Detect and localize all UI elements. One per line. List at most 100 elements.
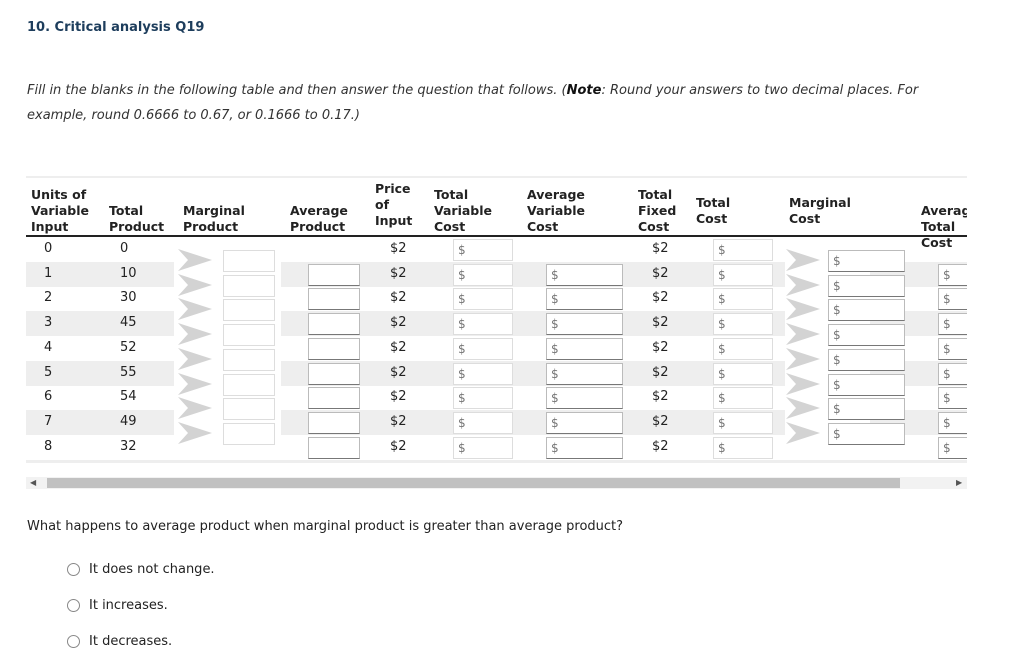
avc-input[interactable] — [546, 362, 623, 385]
tvc-input[interactable] — [453, 239, 513, 261]
atc-input[interactable] — [938, 362, 967, 385]
atc-input[interactable] — [938, 313, 967, 336]
tfc-cell: $2 — [652, 315, 669, 331]
question-text: What happens to average product when mar… — [27, 519, 624, 534]
avc-input[interactable] — [546, 436, 623, 459]
table-row: 0 0 $2 $2 — [26, 237, 967, 262]
option-increases[interactable]: It increases. — [67, 598, 168, 613]
tvc-input[interactable] — [453, 288, 513, 311]
total-product-cell: 55 — [120, 364, 137, 380]
average-product-input[interactable] — [308, 362, 360, 385]
average-product-input[interactable] — [308, 436, 360, 459]
atc-input[interactable] — [938, 411, 967, 434]
marginal-cost-input[interactable] — [828, 373, 905, 396]
average-product-input[interactable] — [308, 337, 360, 360]
avc-input[interactable] — [546, 313, 623, 336]
tvc-input[interactable] — [453, 436, 513, 459]
avc-input[interactable] — [546, 263, 623, 286]
mp-chevron-icon — [178, 372, 212, 395]
tfc-cell: $2 — [652, 413, 669, 429]
total-cost-input[interactable] — [713, 337, 773, 360]
tvc-input[interactable] — [453, 362, 513, 385]
radio-button[interactable] — [67, 599, 80, 612]
scrollbar-thumb[interactable] — [47, 478, 900, 488]
price-cell: $2 — [390, 438, 407, 454]
scroll-left-arrow-icon[interactable]: ◀ — [30, 477, 36, 489]
average-product-input[interactable] — [308, 263, 360, 286]
average-product-input[interactable] — [308, 411, 360, 434]
average-product-input[interactable] — [308, 288, 360, 311]
tvc-input[interactable] — [453, 263, 513, 286]
mp-chevron-icon — [178, 323, 212, 346]
option-label: It does not change. — [89, 562, 215, 577]
total-cost-input[interactable] — [713, 436, 773, 459]
total-cost-input[interactable] — [713, 313, 773, 336]
tvc-input[interactable] — [453, 411, 513, 434]
avc-input[interactable] — [546, 411, 623, 434]
avc-input[interactable] — [546, 387, 623, 410]
price-cell: $2 — [390, 315, 407, 331]
radio-button[interactable] — [67, 563, 80, 576]
radio-button[interactable] — [67, 635, 80, 648]
atc-input[interactable] — [938, 387, 967, 410]
header-ap: Average Product — [290, 203, 348, 235]
table-row: 2 30 $2 $2 — [26, 286, 967, 311]
price-cell: $2 — [390, 364, 407, 380]
marginal-product-input[interactable] — [223, 373, 275, 396]
tfc-cell: $2 — [652, 438, 669, 454]
average-product-input[interactable] — [308, 387, 360, 410]
total-product-cell: 54 — [120, 389, 137, 405]
atc-input[interactable] — [938, 263, 967, 286]
instructions-prefix: Fill in the blanks in the following tabl… — [27, 83, 567, 98]
marginal-cost-input[interactable] — [828, 299, 905, 322]
marginal-cost-input[interactable] — [828, 324, 905, 347]
header-line: Average — [921, 203, 967, 218]
marginal-cost-input[interactable] — [828, 422, 905, 445]
marginal-cost-input[interactable] — [828, 398, 905, 421]
atc-input[interactable] — [938, 288, 967, 311]
marginal-product-input[interactable] — [223, 299, 275, 322]
marginal-product-input[interactable] — [223, 422, 275, 445]
mc-chevron-icon — [786, 397, 820, 420]
atc-input[interactable] — [938, 436, 967, 459]
marginal-product-input[interactable] — [223, 348, 275, 371]
marginal-product-input[interactable] — [223, 398, 275, 421]
total-cost-input[interactable] — [713, 362, 773, 385]
avc-input[interactable] — [546, 337, 623, 360]
marginal-cost-input[interactable] — [828, 250, 905, 272]
header-line: Cost — [527, 219, 559, 234]
tvc-input[interactable] — [453, 337, 513, 360]
marginal-product-input[interactable] — [223, 274, 275, 297]
avc-input[interactable] — [546, 288, 623, 311]
option-label: It decreases. — [89, 634, 173, 649]
total-cost-input[interactable] — [713, 288, 773, 311]
mp-chevron-icon — [178, 298, 212, 321]
marginal-product-input[interactable] — [223, 250, 275, 272]
total-cost-input[interactable] — [713, 263, 773, 286]
average-product-input[interactable] — [308, 313, 360, 336]
units-cell: 8 — [44, 438, 53, 454]
marginal-cost-input[interactable] — [828, 274, 905, 297]
header-line: Variable — [31, 203, 90, 218]
total-product-cell: 52 — [120, 339, 137, 355]
header-mp: Marginal Product — [183, 203, 245, 235]
horizontal-scrollbar[interactable]: ◀ ▶ — [26, 477, 967, 489]
option-decreases[interactable]: It decreases. — [67, 634, 172, 649]
header-line: Units of — [31, 187, 87, 202]
total-cost-input[interactable] — [713, 239, 773, 261]
marginal-cost-input[interactable] — [828, 348, 905, 371]
header-line: Product — [183, 219, 239, 234]
tvc-input[interactable] — [453, 313, 513, 336]
scroll-right-arrow-icon[interactable]: ▶ — [956, 477, 962, 489]
header-line: Fixed — [638, 203, 677, 218]
price-cell: $2 — [390, 413, 407, 429]
marginal-product-input[interactable] — [223, 324, 275, 347]
option-does-not-change[interactable]: It does not change. — [67, 562, 215, 577]
header-line: Marginal — [789, 195, 851, 210]
total-cost-input[interactable] — [713, 387, 773, 410]
tvc-input[interactable] — [453, 387, 513, 410]
tfc-cell: $2 — [652, 265, 669, 281]
total-cost-input[interactable] — [713, 411, 773, 434]
table-row: 8 32 $2 $2 — [26, 435, 967, 460]
atc-input[interactable] — [938, 337, 967, 360]
